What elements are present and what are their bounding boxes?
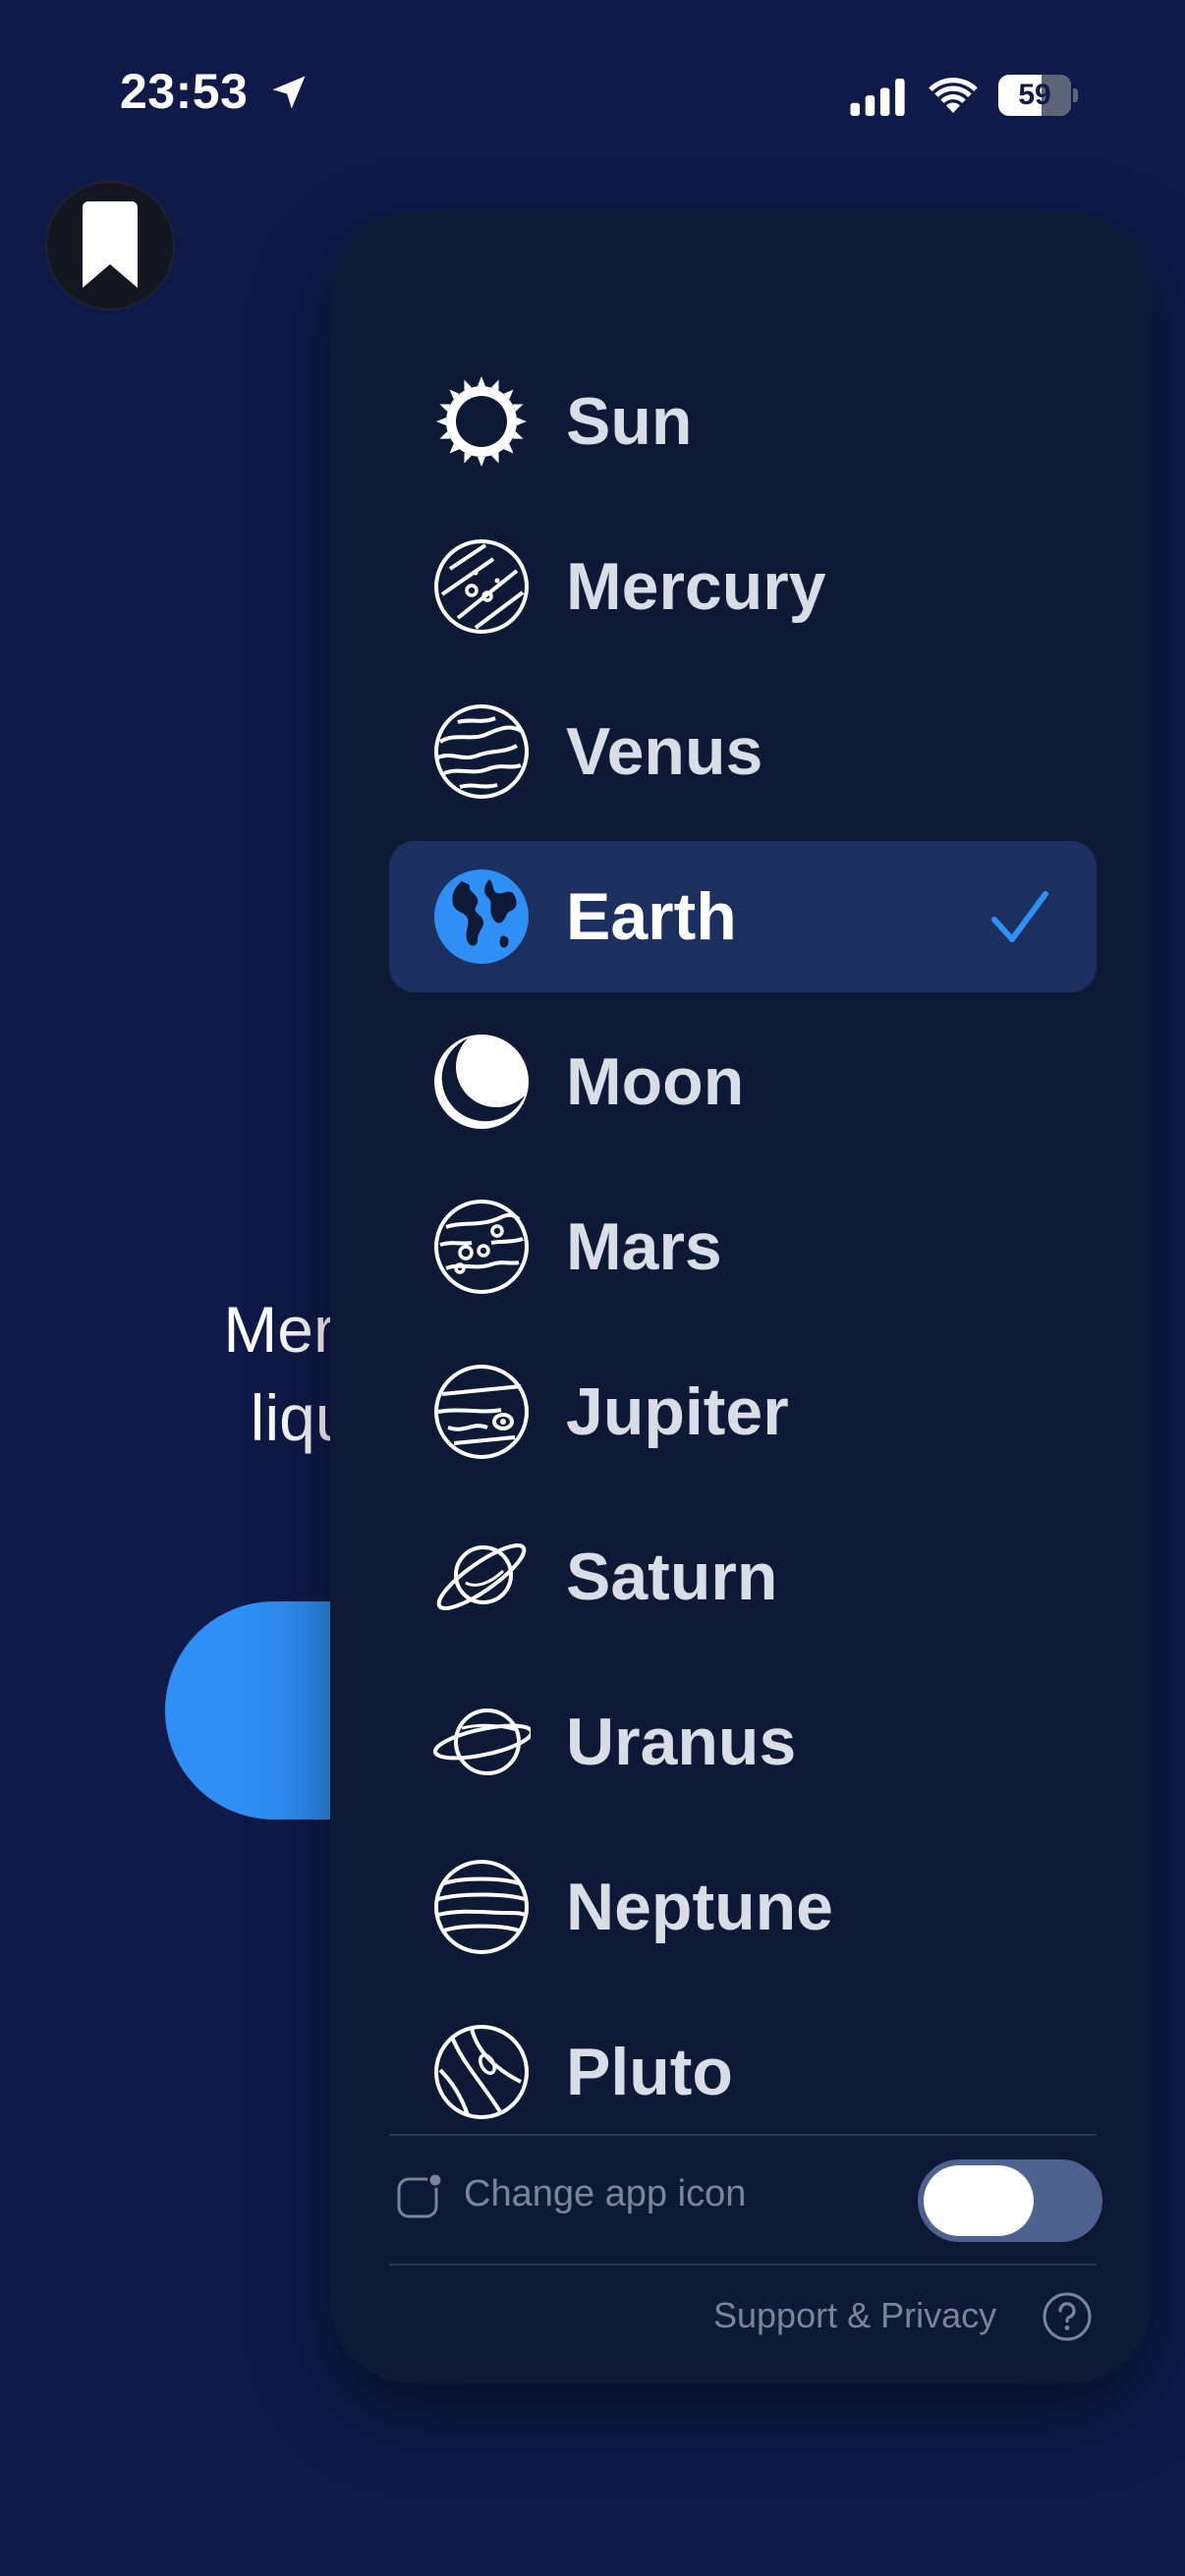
divider — [389, 2134, 1097, 2136]
menu-item-saturn[interactable]: Saturn — [389, 1501, 1097, 1652]
location-arrow-icon — [272, 76, 306, 109]
menu-item-venus[interactable]: Venus — [389, 676, 1097, 827]
change-app-icon-label: Change app icon — [464, 2173, 747, 2214]
planet-list: Sun Mercury Venus Earth Moon Mars Jupite… — [389, 346, 1097, 2161]
jupiter-icon — [432, 1363, 531, 1461]
menu-item-label: Mars — [566, 1209, 722, 1284]
menu-item-jupiter[interactable]: Jupiter — [389, 1336, 1097, 1487]
bookmark-icon — [83, 201, 138, 288]
moon-icon — [432, 1033, 531, 1131]
menu-item-mars[interactable]: Mars — [389, 1171, 1097, 1322]
uranus-icon — [432, 1693, 534, 1791]
mars-icon — [432, 1198, 531, 1296]
battery-indicator: 59 — [998, 75, 1078, 116]
divider — [389, 2264, 1097, 2266]
menu-item-earth[interactable]: Earth — [389, 841, 1097, 992]
bookmark-button[interactable] — [47, 183, 173, 308]
menu-item-label: Uranus — [566, 1705, 797, 1779]
menu-item-label: Earth — [566, 879, 737, 954]
menu-item-label: Mercury — [566, 549, 826, 624]
earth-icon — [432, 868, 531, 966]
change-app-icon-toggle[interactable] — [918, 2159, 1102, 2242]
status-bar: 23:53 59 — [0, 0, 1185, 196]
menu-item-label: Moon — [566, 1044, 745, 1119]
battery-level: 59 — [1018, 79, 1051, 111]
pluto-icon — [432, 2023, 531, 2121]
neptune-icon — [432, 1858, 531, 1956]
app-screen: { "status_bar": { "time": "23:53", "batt… — [0, 0, 1185, 2576]
planet-picker-menu: Sun Mercury Venus Earth Moon Mars Jupite… — [330, 212, 1152, 2383]
toggle-knob — [924, 2165, 1034, 2236]
menu-item-label: Sun — [566, 384, 693, 459]
app-icon-badge-icon — [397, 2172, 443, 2218]
menu-item-label: Venus — [566, 714, 763, 789]
menu-item-label: Pluto — [566, 2035, 733, 2109]
mercury-icon — [432, 537, 531, 636]
sun-icon — [432, 372, 531, 471]
saturn-icon — [432, 1528, 531, 1626]
wifi-icon — [929, 78, 978, 113]
menu-item-neptune[interactable]: Neptune — [389, 1831, 1097, 1983]
menu-item-pluto[interactable]: Pluto — [389, 1996, 1097, 2148]
checkmark-icon — [991, 891, 1048, 942]
menu-item-label: Jupiter — [566, 1374, 789, 1449]
menu-item-sun[interactable]: Sun — [389, 346, 1097, 497]
menu-item-uranus[interactable]: Uranus — [389, 1666, 1097, 1818]
venus-icon — [432, 702, 531, 801]
cellular-signal-icon — [850, 79, 905, 116]
menu-item-mercury[interactable]: Mercury — [389, 511, 1097, 662]
menu-item-label: Saturn — [566, 1540, 778, 1614]
status-time: 23:53 — [120, 64, 249, 119]
support-privacy-link[interactable]: Support & Privacy — [713, 2295, 996, 2336]
menu-item-label: Neptune — [566, 1870, 833, 1944]
help-icon[interactable] — [1042, 2291, 1093, 2342]
menu-item-moon[interactable]: Moon — [389, 1006, 1097, 1157]
